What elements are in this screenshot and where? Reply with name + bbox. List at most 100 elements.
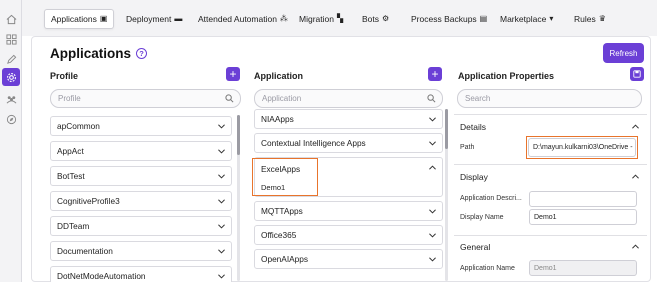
help-icon[interactable]: ? <box>136 48 148 59</box>
chevron-down-icon[interactable] <box>429 117 436 122</box>
chevron-down-icon[interactable] <box>218 199 225 204</box>
compass-icon[interactable] <box>2 110 20 128</box>
search-placeholder: Profile <box>58 94 81 103</box>
item-label: OpenAIApps <box>261 254 309 264</box>
highlight-box <box>526 136 638 159</box>
top-tab-bar: Applications ▣ Deployment ▬ Attended Aut… <box>22 0 657 36</box>
page-title: Applications ? <box>50 46 148 61</box>
tab-applications[interactable]: Applications ▣ <box>44 9 115 29</box>
divider <box>454 164 647 165</box>
chevron-down-icon[interactable] <box>218 224 225 229</box>
item-label: apCommon <box>57 121 100 131</box>
tab-process-backups[interactable]: Process Backups ▤ <box>411 10 487 28</box>
display-name-field[interactable]: Demo1 <box>529 209 637 225</box>
application-name-label: Application Name <box>460 265 515 272</box>
chevron-down-icon[interactable] <box>218 124 225 129</box>
tab-attended-automation[interactable]: Attended Automation ⁂ <box>198 10 288 28</box>
application-scroll-thumb[interactable] <box>445 109 448 149</box>
chevron-down-icon[interactable] <box>429 141 436 146</box>
list-item[interactable]: CognitiveProfile3 <box>50 191 232 211</box>
list-item[interactable]: BotTest <box>50 166 232 186</box>
list-item[interactable]: apCommon <box>50 116 232 136</box>
bot-icon: ⚙ <box>382 14 390 23</box>
chevron-down-icon[interactable] <box>218 249 225 254</box>
profile-list: apCommon AppAct BotTest CognitiveProfile… <box>50 116 232 282</box>
list-item[interactable]: Contextual Intelligence Apps <box>254 133 443 153</box>
display-name-label: Display Name <box>460 214 504 221</box>
application-search-input[interactable]: Application <box>254 89 443 108</box>
item-label: AppAct <box>57 146 84 156</box>
add-profile-button[interactable]: + <box>226 67 240 81</box>
list-item[interactable]: DDTeam <box>50 216 232 236</box>
profile-search-input[interactable]: Profile <box>50 89 241 108</box>
list-item[interactable]: AppAct <box>50 141 232 161</box>
description-label: Application Descri... <box>460 195 522 202</box>
chevron-down-icon[interactable] <box>218 174 225 179</box>
network-icon: ⁂ <box>279 14 288 23</box>
chevron-up-icon[interactable] <box>632 124 639 129</box>
tab-label: Rules <box>574 14 596 24</box>
section-title: Details <box>460 122 486 132</box>
users-icon[interactable] <box>2 90 20 108</box>
migration-icon: ▚ <box>336 14 344 23</box>
dashboard-icon[interactable] <box>2 30 20 48</box>
list-item[interactable]: OpenAIApps <box>254 249 443 269</box>
chevron-down-icon[interactable] <box>429 233 436 238</box>
tab-label: Deployment <box>126 14 172 24</box>
item-label: DotNetModeAutomation <box>57 271 146 281</box>
chevron-up-icon[interactable] <box>632 174 639 179</box>
list-item[interactable]: DotNetModeAutomation <box>50 266 232 282</box>
details-section-header[interactable]: Details <box>457 116 644 138</box>
tab-label: Applications <box>51 14 97 24</box>
chevron-down-icon[interactable] <box>429 257 436 262</box>
rules-icon: ♛ <box>598 14 606 23</box>
description-field[interactable] <box>529 191 637 207</box>
chevron-down-icon[interactable] <box>429 209 436 214</box>
pencil-icon[interactable] <box>2 50 20 68</box>
left-rail <box>0 0 22 282</box>
chevron-up-icon[interactable] <box>429 165 436 170</box>
briefcase-icon: ▬ <box>174 14 183 23</box>
application-title: Application <box>254 71 303 81</box>
tab-bots[interactable]: Bots ⚙ <box>362 10 389 28</box>
add-application-button[interactable]: + <box>428 67 442 81</box>
chevron-down-icon[interactable] <box>218 149 225 154</box>
applications-panel: Applications ? Refresh Profile + Profile… <box>31 36 651 282</box>
item-label: BotTest <box>57 171 85 181</box>
tab-label: Process Backups <box>411 14 477 24</box>
save-button[interactable] <box>630 67 644 81</box>
tab-migration[interactable]: Migration ▚ <box>299 10 343 28</box>
home-icon[interactable] <box>2 10 20 28</box>
page-title-text: Applications <box>50 46 132 61</box>
list-item[interactable]: Office365 <box>254 225 443 245</box>
save-icon <box>633 70 641 78</box>
tab-marketplace[interactable]: Marketplace ▾ <box>500 10 553 28</box>
item-label: Documentation <box>57 246 113 256</box>
item-label: CognitiveProfile3 <box>57 196 120 206</box>
section-title: General <box>460 242 491 252</box>
tab-label: Marketplace <box>500 14 547 24</box>
tab-label: Bots <box>362 14 380 24</box>
search-icon <box>225 94 234 103</box>
section-title: Display <box>460 172 488 182</box>
profile-scroll-thumb[interactable] <box>237 115 240 155</box>
divider <box>454 114 647 115</box>
item-label: DDTeam <box>57 221 90 231</box>
refresh-button[interactable]: Refresh <box>603 43 644 63</box>
chevron-down-icon[interactable] <box>218 274 225 279</box>
list-item[interactable]: MQTTApps <box>254 201 443 221</box>
profile-title: Profile <box>50 71 79 81</box>
item-label: Contextual Intelligence Apps <box>261 138 366 148</box>
tab-label: Migration <box>299 14 334 24</box>
window-icon: ▣ <box>99 14 108 23</box>
tab-deployment[interactable]: Deployment ▬ <box>126 10 182 28</box>
item-label: NIAApps <box>261 114 294 124</box>
chevron-up-icon[interactable] <box>632 244 639 249</box>
list-item[interactable]: Documentation <box>50 241 232 261</box>
display-section-header[interactable]: Display <box>457 166 644 188</box>
settings-icon[interactable] <box>2 68 20 86</box>
tab-rules[interactable]: Rules ♛ <box>574 10 606 28</box>
properties-search-input[interactable]: Search <box>457 89 642 108</box>
list-item[interactable]: NIAApps <box>254 109 443 129</box>
general-section-header[interactable]: General <box>457 236 644 258</box>
